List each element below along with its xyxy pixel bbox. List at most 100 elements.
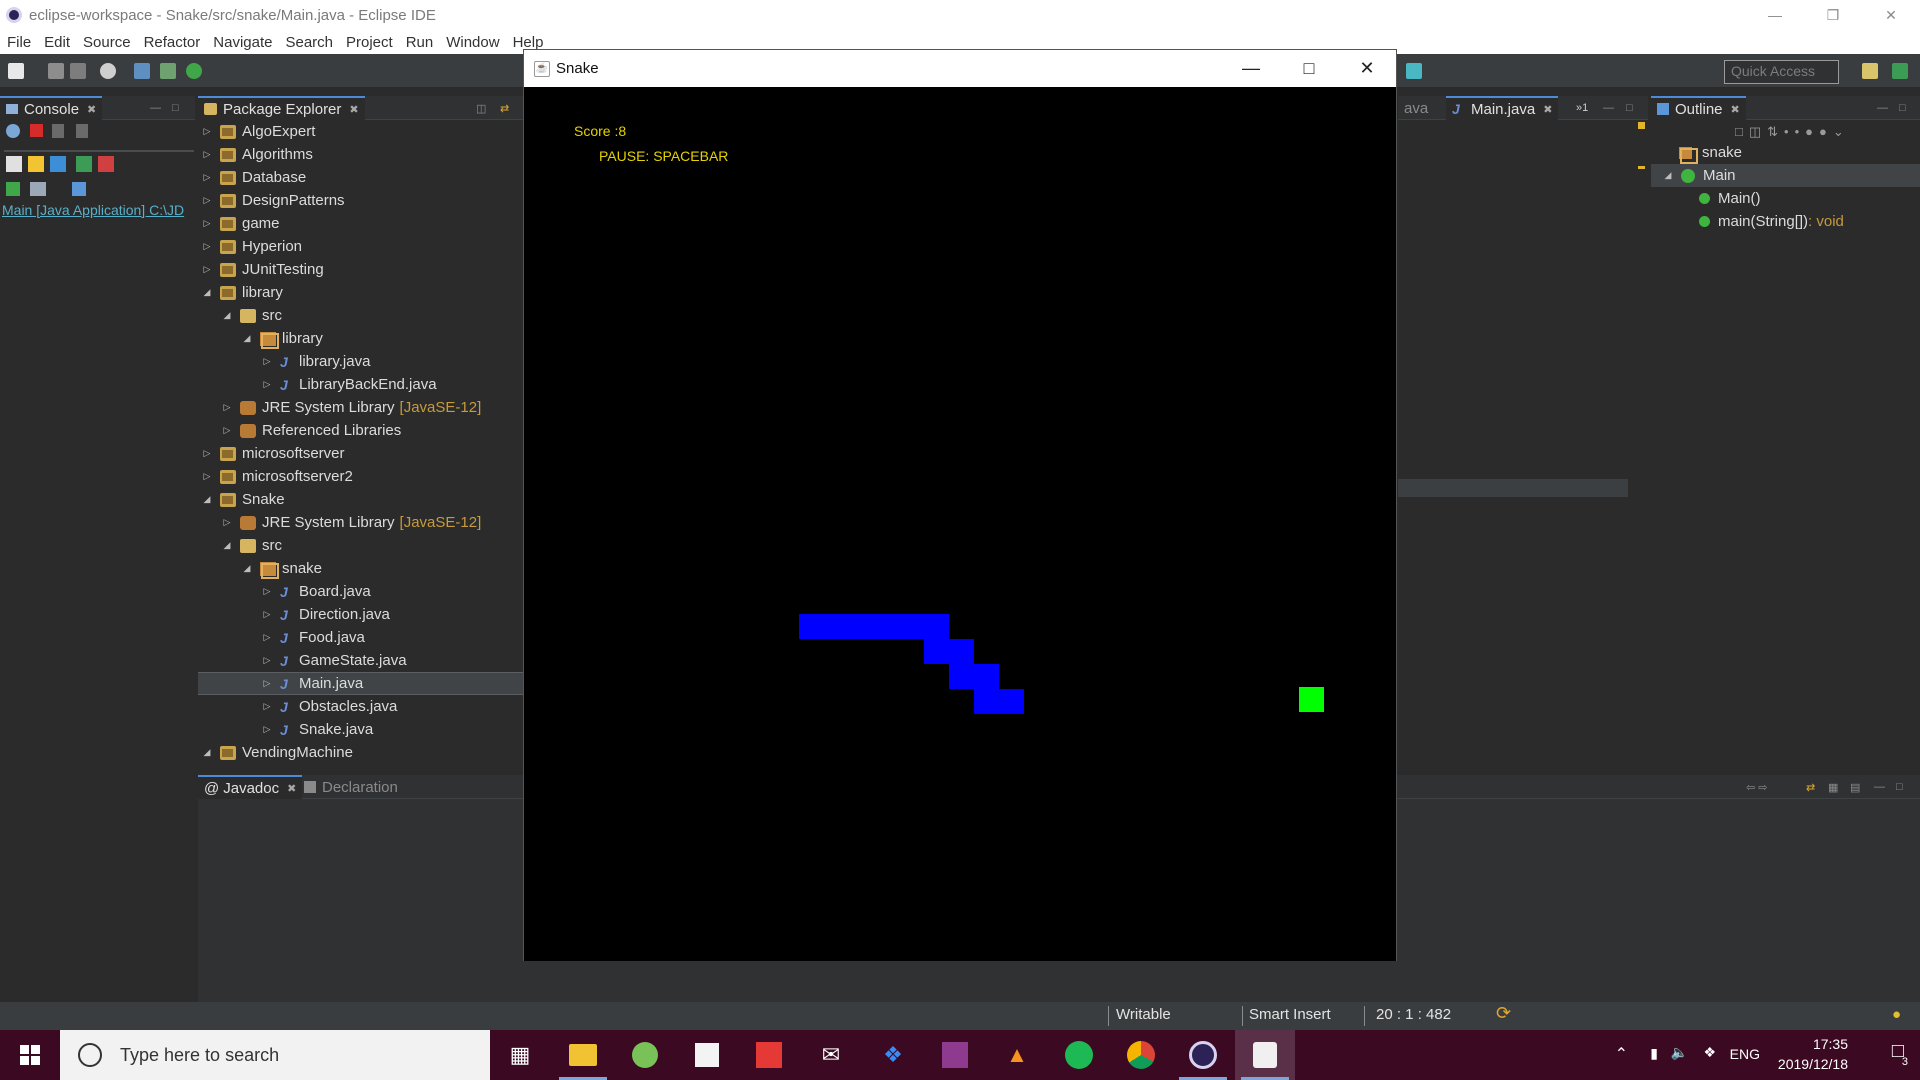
clock-date[interactable]: 2019/12/18: [1778, 1056, 1848, 1072]
tree-node[interactable]: ◢ snake: [198, 557, 523, 580]
tree-node[interactable]: ▷ JUnitTesting: [198, 258, 523, 281]
chevron-down-icon[interactable]: ◢: [202, 747, 212, 758]
chevron-right-icon[interactable]: ▷: [222, 402, 232, 413]
game-board[interactable]: Score :8 PAUSE: SPACEBAR: [524, 87, 1396, 961]
link-icon[interactable]: ⇄: [1806, 781, 1815, 794]
task-view-icon[interactable]: ▦: [490, 1030, 550, 1080]
tips-icon[interactable]: ●: [1892, 1006, 1901, 1023]
vlc-icon[interactable]: ▲: [987, 1030, 1047, 1080]
file-explorer-icon[interactable]: [553, 1030, 613, 1080]
show-stdout-icon[interactable]: [76, 156, 92, 172]
chevron-right-icon[interactable]: ▷: [222, 517, 232, 528]
menu-search[interactable]: Search: [278, 34, 339, 51]
clear-console-icon[interactable]: [6, 156, 22, 172]
chrome-icon[interactable]: [1111, 1030, 1171, 1080]
debug-icon[interactable]: [134, 63, 150, 79]
tab-editor-partial[interactable]: ava: [1398, 96, 1434, 120]
show-stderr-icon[interactable]: [98, 156, 114, 172]
tree-node[interactable]: ▷ Referenced Libraries: [198, 419, 523, 442]
chevron-right-icon[interactable]: ▷: [202, 448, 212, 459]
gift-icon[interactable]: [739, 1030, 799, 1080]
maximize-icon[interactable]: □: [1899, 102, 1906, 114]
tree-node[interactable]: ◢ library: [198, 281, 523, 304]
tree-node[interactable]: ▷ J Food.java: [198, 626, 523, 649]
tree-node[interactable]: ▷ microsoftserver: [198, 442, 523, 465]
chevron-right-icon[interactable]: ▷: [262, 609, 272, 620]
tree-node[interactable]: ▷ J LibraryBackEnd.java: [198, 373, 523, 396]
tree-node[interactable]: ▷ J Snake.java: [198, 718, 523, 741]
chevron-right-icon[interactable]: ▷: [202, 471, 212, 482]
tab-console[interactable]: Console ✖: [0, 96, 103, 120]
restore-button[interactable]: ❐: [1804, 0, 1862, 30]
chevron-right-icon[interactable]: ▷: [262, 379, 272, 390]
menu-run[interactable]: Run: [399, 34, 440, 51]
tree-node[interactable]: ▷ JRE System Library [JavaSE-12]: [198, 511, 523, 534]
close-icon[interactable]: ✖: [1543, 103, 1552, 116]
new-icon[interactable]: [8, 63, 24, 79]
winrar-icon[interactable]: [925, 1030, 985, 1080]
tree-node[interactable]: ▷ Database: [198, 166, 523, 189]
minimize-icon[interactable]: —: [1877, 102, 1888, 114]
menu-window[interactable]: Window: [439, 34, 505, 51]
tree-node[interactable]: ◢ src: [198, 304, 523, 327]
chevron-right-icon[interactable]: ▷: [202, 126, 212, 137]
chevron-right-icon[interactable]: ▷: [222, 425, 232, 436]
menu-file[interactable]: File: [0, 34, 37, 51]
scroll-lock-icon[interactable]: [28, 156, 44, 172]
tree-node[interactable]: ▷ J Main.java: [198, 672, 523, 695]
outline-toolbar[interactable]: □◫⇅••●●⌄: [1735, 124, 1850, 140]
eclipse-taskbar-icon[interactable]: [1173, 1030, 1233, 1080]
clock-time[interactable]: 17:35: [1813, 1036, 1848, 1052]
volume-icon[interactable]: 🔈: [1671, 1044, 1688, 1061]
terminate-icon[interactable]: [30, 124, 43, 137]
chevron-right-icon[interactable]: ▷: [262, 678, 272, 689]
display-console-icon[interactable]: [30, 182, 46, 196]
maximize-icon[interactable]: □: [1626, 102, 1633, 114]
pin-console-icon[interactable]: [6, 182, 20, 196]
chevron-up-icon[interactable]: ⌃: [1615, 1044, 1628, 1064]
save-icon[interactable]: [48, 63, 64, 79]
tree-node[interactable]: ▷ J GameState.java: [198, 649, 523, 672]
sync-icon[interactable]: ⟳: [1496, 1003, 1511, 1024]
microsoft-store-icon[interactable]: [677, 1030, 737, 1080]
start-button[interactable]: [0, 1030, 60, 1080]
tree-node[interactable]: ▷ J Board.java: [198, 580, 523, 603]
open-input-icon[interactable]: ▦: [1828, 781, 1838, 794]
outline-class-main[interactable]: ◢ Main: [1651, 164, 1920, 187]
console-run-label[interactable]: Main [Java Application] C:\JD: [2, 202, 195, 218]
close-icon[interactable]: ✖: [287, 782, 296, 795]
taskbar-search-box[interactable]: Type here to search: [60, 1030, 490, 1080]
run-icon[interactable]: [186, 63, 202, 79]
minimize-button[interactable]: —: [1222, 50, 1280, 87]
tree-node[interactable]: ▷ JRE System Library [JavaSE-12]: [198, 396, 523, 419]
skip-breakpoints-icon[interactable]: [160, 63, 176, 79]
minimize-icon[interactable]: —: [1603, 102, 1614, 114]
tab-main-java[interactable]: J Main.java ✖: [1446, 96, 1559, 120]
spotify-icon[interactable]: [1049, 1030, 1109, 1080]
chevron-right-icon[interactable]: ▷: [202, 264, 212, 275]
tree-node[interactable]: ◢ Snake: [198, 488, 523, 511]
collapse-all-icon[interactable]: ◫: [476, 102, 486, 115]
tree-node[interactable]: ◢ src: [198, 534, 523, 557]
dropbox-icon[interactable]: ❖: [863, 1030, 923, 1080]
close-button[interactable]: ✕: [1862, 0, 1920, 30]
chevron-right-icon[interactable]: ▷: [202, 172, 212, 183]
chevron-down-icon[interactable]: ◢: [242, 563, 252, 574]
tab-outline[interactable]: Outline ✖: [1651, 96, 1746, 120]
maximize-icon[interactable]: □: [1896, 781, 1903, 793]
outline-member[interactable]: main(String[]) : void: [1651, 210, 1844, 233]
outline-member[interactable]: Main(): [1651, 187, 1761, 210]
language-indicator[interactable]: ENG: [1730, 1046, 1760, 1062]
build-icon[interactable]: [100, 63, 116, 79]
close-icon[interactable]: ✖: [87, 103, 96, 116]
open-console-icon[interactable]: [72, 182, 86, 196]
battery-icon[interactable]: ▮: [1650, 1045, 1658, 1062]
tree-node[interactable]: ▷ J Direction.java: [198, 603, 523, 626]
word-wrap-icon[interactable]: [50, 156, 66, 172]
link-with-editor-icon[interactable]: ⇄: [500, 102, 509, 115]
maximize-icon[interactable]: □: [172, 102, 179, 114]
menu-help[interactable]: Help: [506, 34, 550, 51]
chevron-down-icon[interactable]: ◢: [222, 540, 232, 551]
chevron-right-icon[interactable]: ▷: [262, 632, 272, 643]
outline-package[interactable]: snake: [1651, 141, 1742, 164]
